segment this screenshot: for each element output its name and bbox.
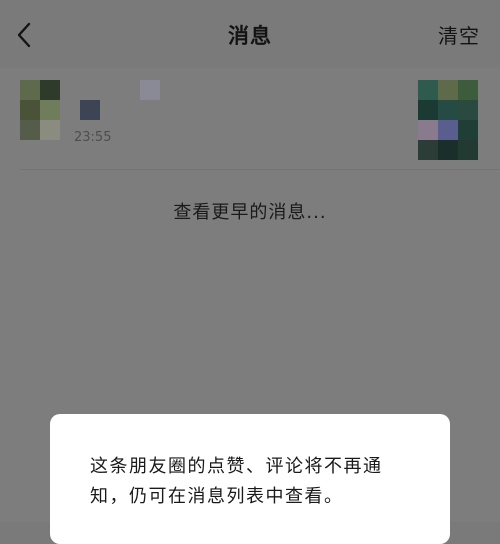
message-row[interactable]: 23:55 bbox=[0, 68, 500, 170]
dialog-message: 这条朋友圈的点赞、评论将不再通知，仍可在消息列表中查看。 bbox=[90, 456, 383, 507]
reaction-image bbox=[80, 100, 100, 120]
messages-screen: 消息 清空 23:55 查看更早的消息... 这条朋友圈的点赞、评论将不再通知，… bbox=[0, 0, 500, 544]
moment-thumbnail[interactable] bbox=[418, 80, 478, 160]
nav-bar: 消息 清空 bbox=[0, 0, 500, 68]
message-time: 23:55 bbox=[74, 130, 112, 145]
reaction-image-faded bbox=[140, 80, 160, 100]
notice-dialog: 这条朋友圈的点赞、评论将不再通知，仍可在消息列表中查看。 bbox=[50, 414, 450, 544]
avatar[interactable] bbox=[20, 80, 60, 140]
clear-button[interactable]: 清空 bbox=[438, 20, 480, 49]
load-earlier-messages-link[interactable]: 查看更早的消息... bbox=[0, 198, 500, 224]
divider bbox=[20, 169, 500, 170]
page-title: 消息 bbox=[228, 24, 272, 48]
